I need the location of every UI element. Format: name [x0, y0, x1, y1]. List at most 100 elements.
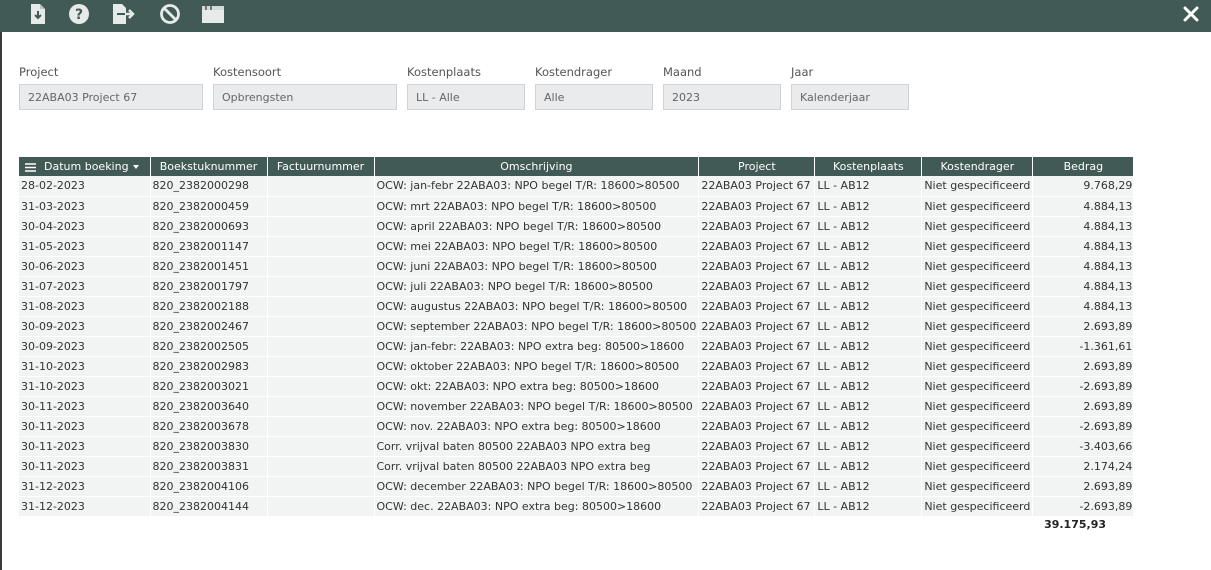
datum-cell: 31-08-2023 [19, 296, 151, 317]
boekstuknummer-cell: 820_2382002983 [150, 356, 268, 377]
omschrijving-cell: OCW: september 22ABA03: NPO begel T/R: 1… [374, 316, 700, 337]
column-header-project[interactable]: Project [698, 157, 816, 176]
kostenplaats-cell: LL - AB12 [814, 196, 923, 217]
boekstuknummer-cell: 820_2382001797 [150, 276, 268, 297]
filter-kostendrager: Kostendrager [535, 64, 653, 110]
table-row[interactable]: 30-11-2023 820_2382003678 OCW: nov. 22ABA0… [19, 416, 1135, 437]
project-cell: 22ABA03 Project 67 [698, 456, 816, 477]
column-header-datum-boeking[interactable]: Datum boeking [19, 157, 151, 176]
bookings-table: Datum boeking Boekstuknummer Factuurnumm… [19, 157, 1135, 517]
bedrag-cell: 9.768,29 [1032, 176, 1135, 197]
omschrijving-cell: OCW: dec. 22ABA03: NPO extra beg: 80500>… [374, 496, 700, 517]
column-header-kostenplaats[interactable]: Kostenplaats [814, 157, 923, 176]
kostenplaats-cell: LL - AB12 [814, 476, 923, 497]
export-arrow-icon[interactable] [111, 2, 137, 26]
kostendrager-cell: Niet gespecificeerd [921, 176, 1034, 197]
table-row[interactable]: 30-11-2023 820_2382003831 Corr. vrijval ba… [19, 456, 1135, 477]
filter-label: Maand [663, 65, 702, 79]
table-row[interactable]: 30-11-2023 820_2382003640 OCW: november 22… [19, 396, 1135, 417]
kostenplaats-field[interactable] [407, 84, 525, 110]
table-row[interactable]: 31-12-2023 820_2382004106 OCW: december 22… [19, 476, 1135, 497]
table-row[interactable]: 30-11-2023 820_2382003830 Corr. vrijval ba… [19, 436, 1135, 457]
boekstuknummer-cell: 820_2382003678 [150, 416, 268, 437]
project-cell: 22ABA03 Project 67 [698, 416, 816, 437]
factuurnummer-cell [267, 216, 375, 237]
factuurnummer-cell [267, 436, 375, 457]
project-cell: 22ABA03 Project 67 [698, 496, 816, 517]
kostenplaats-cell: LL - AB12 [814, 416, 923, 437]
project-cell: 22ABA03 Project 67 [698, 356, 816, 377]
project-cell: 22ABA03 Project 67 [698, 276, 816, 297]
boekstuknummer-cell: 820_2382000459 [150, 196, 268, 217]
maand-field[interactable] [663, 84, 781, 110]
datum-cell: 31-12-2023 [19, 476, 151, 497]
kostenplaats-cell: LL - AB12 [814, 496, 923, 517]
table-row[interactable]: 31-05-2023 820_2382001147 OCW: mei 22ABA03… [19, 236, 1135, 257]
filter-kostensoort: Kostensoort [213, 64, 397, 110]
table-row[interactable]: 31-12-2023 820_2382004144 OCW: dec. 22ABA0… [19, 496, 1135, 517]
kostenplaats-cell: LL - AB12 [814, 376, 923, 397]
kostenplaats-cell: LL - AB12 [814, 236, 923, 257]
table-row[interactable]: 31-10-2023 820_2382003021 OCW: okt: 22ABA0… [19, 376, 1135, 397]
filter-jaar: Jaar [791, 64, 909, 110]
datum-cell: 31-12-2023 [19, 496, 151, 517]
kostendrager-cell: Niet gespecificeerd [921, 496, 1034, 517]
kostendrager-cell: Niet gespecificeerd [921, 456, 1034, 477]
filter-kostenplaats: Kostenplaats [407, 64, 525, 110]
bedrag-cell: 2.693,89 [1032, 356, 1135, 377]
column-header-bedrag[interactable]: Bedrag [1032, 157, 1135, 176]
table-row[interactable]: 31-08-2023 820_2382002188 OCW: augustus 22… [19, 296, 1135, 317]
menu-icon[interactable] [25, 162, 36, 172]
datum-cell: 31-03-2023 [19, 196, 151, 217]
kostendrager-field[interactable] [535, 84, 653, 110]
boekstuknummer-cell: 820_2382004106 [150, 476, 268, 497]
help-icon[interactable]: ? [66, 2, 92, 26]
table-row[interactable]: 30-06-2023 820_2382001451 OCW: juni 22ABA0… [19, 256, 1135, 277]
factuurnummer-cell [267, 256, 375, 277]
boekstuknummer-cell: 820_2382003640 [150, 396, 268, 417]
bedrag-cell: 2.693,89 [1032, 316, 1135, 337]
table-body: 28-02-2023 820_2382000298 OCW: jan-febr 22… [19, 176, 1135, 517]
datum-cell: 31-07-2023 [19, 276, 151, 297]
total-amount: 39.175,93 [1044, 518, 1106, 531]
datum-cell: 30-11-2023 [19, 416, 151, 437]
table-row[interactable]: 30-04-2023 820_2382000693 OCW: april 22ABA… [19, 216, 1135, 237]
table-row[interactable]: 30-09-2023 820_2382002505 OCW: jan-febr: 2… [19, 336, 1135, 357]
omschrijving-cell: OCW: juni 22ABA03: NPO begel T/R: 18600>… [374, 256, 700, 277]
omschrijving-cell: OCW: nov. 22ABA03: NPO extra beg: 80500>… [374, 416, 700, 437]
bedrag-cell: 2.174,24 [1032, 456, 1135, 477]
bedrag-cell: -2.693,89 [1032, 376, 1135, 397]
column-header-omschrijving[interactable]: Omschrijving [374, 157, 700, 176]
datum-cell: 31-05-2023 [19, 236, 151, 257]
omschrijving-cell: OCW: okt: 22ABA03: NPO extra beg: 80500>… [374, 376, 700, 397]
kostenplaats-cell: LL - AB12 [814, 296, 923, 317]
datum-cell: 30-09-2023 [19, 316, 151, 337]
column-header-factuurnummer[interactable]: Factuurnummer [267, 157, 375, 176]
omschrijving-cell: Corr. vrijval baten 80500 22ABA03 NPO ex… [374, 436, 700, 457]
column-header-kostendrager[interactable]: Kostendrager [921, 157, 1034, 176]
table-row[interactable]: 30-09-2023 820_2382002467 OCW: september 2… [19, 316, 1135, 337]
omschrijving-cell: OCW: mei 22ABA03: NPO begel T/R: 18600>8… [374, 236, 700, 257]
datum-cell: 30-11-2023 [19, 396, 151, 417]
project-field[interactable] [19, 84, 203, 110]
table-row[interactable]: 31-10-2023 820_2382002983 OCW: oktober 22A… [19, 356, 1135, 377]
window-icon[interactable] [200, 2, 226, 26]
boekstuknummer-cell: 820_2382002188 [150, 296, 268, 317]
close-icon[interactable] [1179, 2, 1203, 26]
kostensoort-field[interactable] [213, 84, 397, 110]
export-download-icon[interactable] [25, 2, 51, 26]
filter-label: Kostendrager [535, 65, 613, 79]
omschrijving-cell: OCW: augustus 22ABA03: NPO begel T/R: 18… [374, 296, 700, 317]
kostendrager-cell: Niet gespecificeerd [921, 276, 1034, 297]
factuurnummer-cell [267, 176, 375, 197]
jaar-field[interactable] [791, 84, 909, 110]
factuurnummer-cell [267, 296, 375, 317]
column-header-boekstuknummer[interactable]: Boekstuknummer [150, 157, 268, 176]
bedrag-cell: 4.884,13 [1032, 196, 1135, 217]
cancel-icon[interactable] [157, 2, 183, 26]
table-row[interactable]: 31-07-2023 820_2382001797 OCW: juli 22ABA0… [19, 276, 1135, 297]
project-cell: 22ABA03 Project 67 [698, 296, 816, 317]
table-row[interactable]: 28-02-2023 820_2382000298 OCW: jan-febr 22… [19, 176, 1135, 197]
boekstuknummer-cell: 820_2382000298 [150, 176, 268, 197]
table-row[interactable]: 31-03-2023 820_2382000459 OCW: mrt 22ABA03… [19, 196, 1135, 217]
